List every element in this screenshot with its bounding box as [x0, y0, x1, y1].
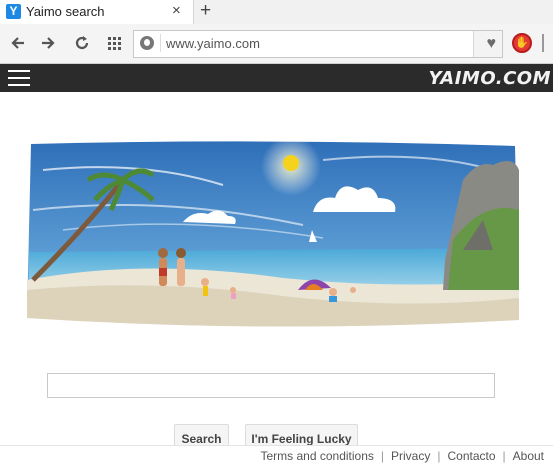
reload-icon[interactable] [72, 33, 92, 53]
back-icon[interactable] [8, 33, 28, 53]
footer-separator: | [502, 449, 506, 463]
hamburger-menu-icon[interactable] [8, 70, 30, 86]
browser-toolbar: www.yaimo.com ♥ ✋ [0, 24, 553, 64]
tab-strip: Y Yaimo search × + [0, 0, 553, 24]
footer-links: Terms and conditions | Privacy | Contacto | Ab… [261, 449, 545, 463]
terms-link[interactable]: Terms and conditions [261, 449, 374, 463]
heart-icon[interactable]: ♥ [487, 36, 497, 52]
address-bar[interactable]: www.yaimo.com ♥ [133, 30, 503, 58]
footer-separator: | [437, 449, 441, 463]
tab-title: Yaimo search [26, 4, 105, 19]
close-tab-icon[interactable]: × [172, 2, 181, 19]
page-footer: Terms and conditions | Privacy | Contacto | Ab… [0, 445, 553, 464]
forward-icon[interactable] [38, 33, 58, 53]
yaimo-favicon-icon: Y [6, 4, 21, 19]
search-input[interactable] [47, 373, 495, 398]
about-link[interactable]: About [513, 449, 544, 463]
beach-banner-image [27, 140, 519, 327]
contact-link[interactable]: Contacto [447, 449, 495, 463]
bookmark-area[interactable]: ♥ [473, 31, 502, 57]
site-logo[interactable]: YAIMO.COM [428, 68, 551, 89]
new-tab-button[interactable]: + [200, 0, 211, 22]
globe-icon [140, 36, 154, 50]
address-divider [160, 34, 161, 52]
address-url[interactable]: www.yaimo.com [166, 36, 260, 51]
site-header: YAIMO.COM [0, 64, 553, 92]
footer-separator: | [380, 449, 385, 463]
browser-tab[interactable]: Y Yaimo search × [0, 0, 194, 24]
apps-icon[interactable] [108, 37, 121, 50]
privacy-link[interactable]: Privacy [391, 449, 430, 463]
extension-edge [542, 34, 553, 52]
stop-extension-icon[interactable]: ✋ [512, 33, 532, 53]
